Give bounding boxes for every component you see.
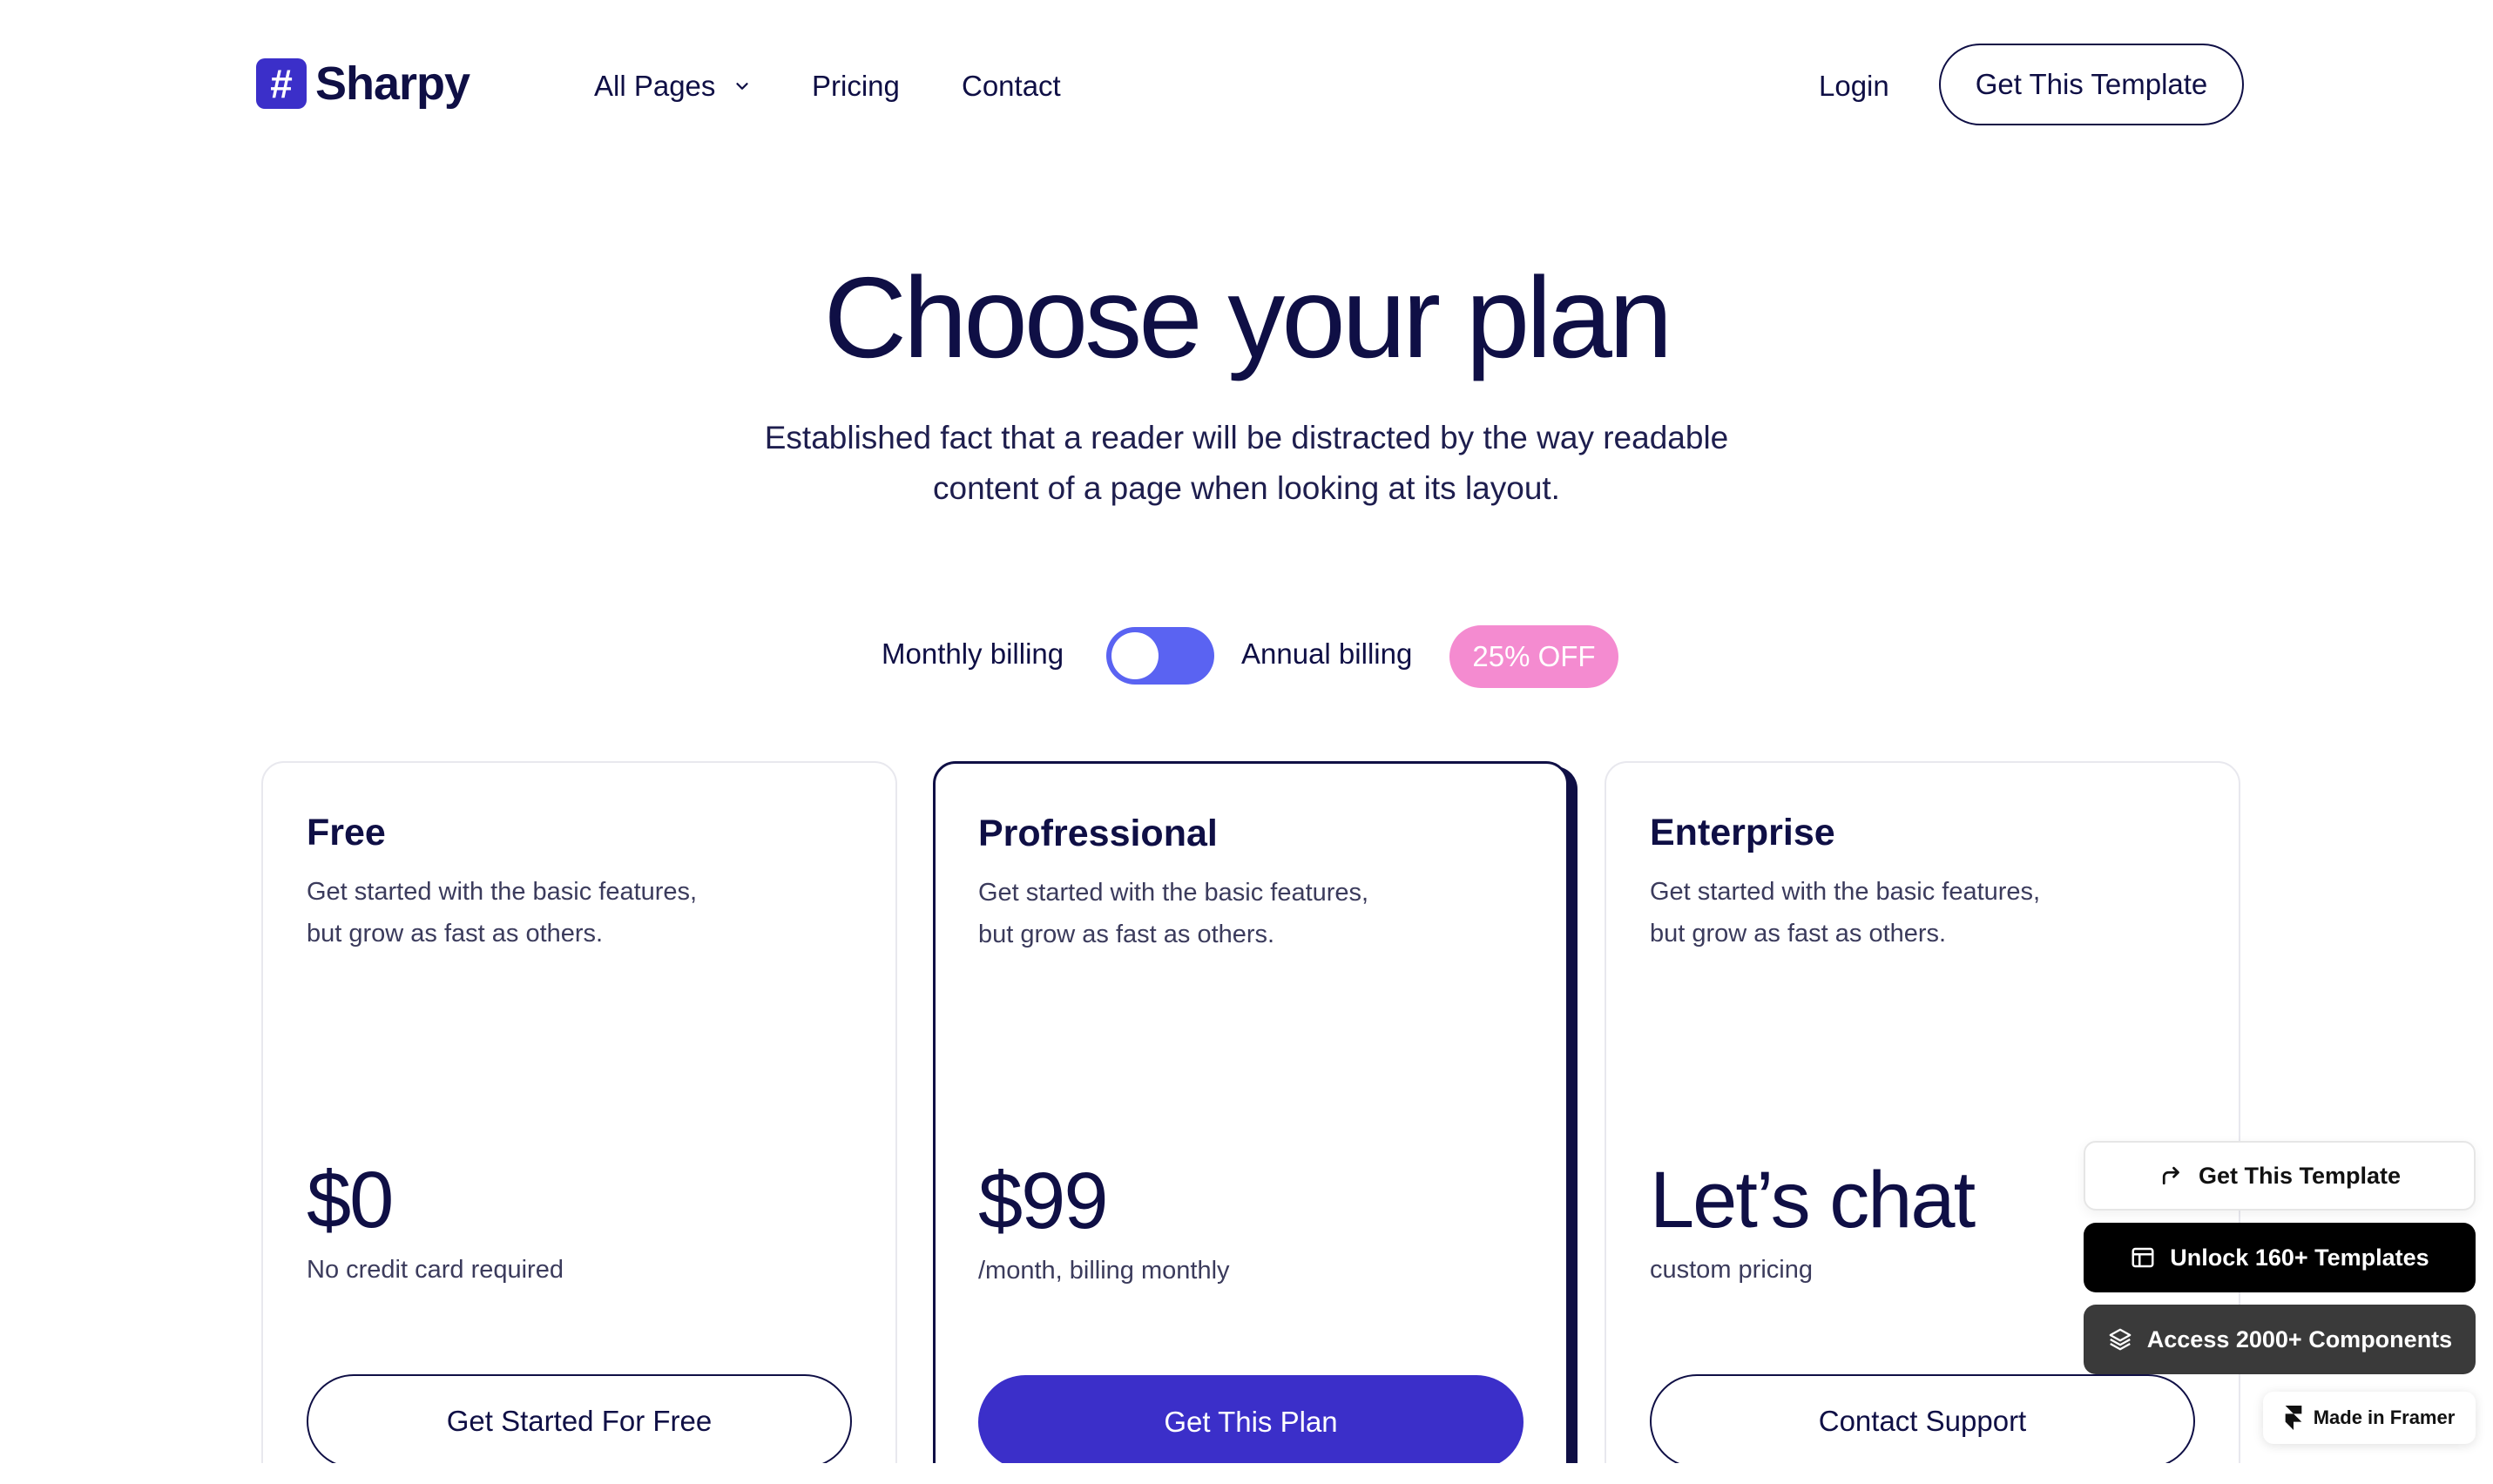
plan-description-line-1: Get started with the basic features, [978, 879, 1369, 907]
plan-description-line-2: but grow as fast as others. [1650, 920, 1947, 948]
brand-name: Sharpy [315, 57, 470, 110]
plan-price: $0 [307, 1156, 394, 1245]
plan-card-enterprise: Enterprise Get started with the basic fe… [1605, 761, 2240, 1484]
framer-get-template-label: Get This Template [2198, 1162, 2402, 1189]
plan-price-note: /month, billing monthly [978, 1257, 1230, 1285]
monthly-billing-label: Monthly billing [882, 637, 1064, 670]
page-title: Choose your plan [823, 253, 1673, 381]
get-started-free-button[interactable]: Get Started For Free [307, 1374, 852, 1468]
plan-description: Get started with the basic features, but… [1650, 871, 2103, 954]
billing-toggle[interactable] [1106, 627, 1214, 685]
plan-description-line-2: but grow as fast as others. [307, 920, 604, 948]
layers-icon [2109, 1328, 2132, 1351]
plan-description-line-1: Get started with the basic features, [307, 878, 698, 906]
plan-card-professional: Profressional Get started with the basic… [933, 761, 1569, 1484]
brand-logo[interactable]: # Sharpy [256, 56, 470, 111]
made-in-framer-badge[interactable]: Made in Framer [2263, 1392, 2476, 1444]
plan-title: Free [307, 812, 386, 853]
framer-unlock-templates-button[interactable]: Unlock 160+ Templates [2084, 1223, 2476, 1292]
framer-access-label: Access 2000+ Components [2146, 1325, 2453, 1352]
page-subtitle: Established fact that a reader will be d… [724, 413, 1769, 514]
plan-description: Get started with the basic features, but… [307, 871, 760, 954]
get-template-button[interactable]: Get This Template [1939, 44, 2244, 125]
plan-price: Let’s chat [1650, 1156, 1976, 1245]
logo-hash-icon: # [256, 58, 307, 109]
plan-price-note: custom pricing [1650, 1256, 1813, 1284]
plan-description-line-1: Get started with the basic features, [1650, 878, 2041, 906]
made-in-framer-label: Made in Framer [2313, 1406, 2456, 1428]
annual-billing-label: Annual billing [1241, 637, 1413, 670]
share-arrow-icon [2162, 1166, 2179, 1185]
toggle-knob [1111, 632, 1159, 679]
plan-price-note: No credit card required [307, 1256, 564, 1284]
discount-badge: 25% OFF [1449, 625, 1618, 688]
framer-get-template-button[interactable]: Get This Template [2084, 1141, 2476, 1211]
page-subtitle-line-1: Established fact that a reader will be d… [764, 420, 1729, 455]
plan-title: Enterprise [1650, 812, 1835, 853]
get-this-plan-button[interactable]: Get This Plan [978, 1375, 1524, 1469]
framer-access-components-button[interactable]: Access 2000+ Components [2084, 1305, 2476, 1374]
nav-all-pages[interactable]: All Pages [594, 64, 752, 108]
page-subtitle-line-2: content of a page when looking at its la… [933, 470, 1560, 506]
plan-description-line-2: but grow as fast as others. [978, 921, 1275, 948]
contact-support-button[interactable]: Contact Support [1650, 1374, 2195, 1468]
viewport-bottom-edge [0, 1463, 2493, 1484]
nav-login[interactable]: Login [1819, 64, 1889, 108]
template-layout-icon [2132, 1247, 2154, 1268]
plan-price: $99 [978, 1157, 1108, 1245]
chevron-down-icon [736, 83, 749, 90]
framer-unlock-label: Unlock 160+ Templates [2170, 1244, 2429, 1271]
nav-all-pages-label: All Pages [594, 70, 716, 102]
plan-title: Profressional [978, 813, 1218, 854]
framer-logo-icon [2285, 1406, 2302, 1430]
plan-description: Get started with the basic features, but… [978, 872, 1431, 955]
nav-contact[interactable]: Contact [962, 64, 1061, 108]
plan-card-free: Free Get started with the basic features… [261, 761, 897, 1484]
nav-pricing[interactable]: Pricing [812, 64, 900, 108]
